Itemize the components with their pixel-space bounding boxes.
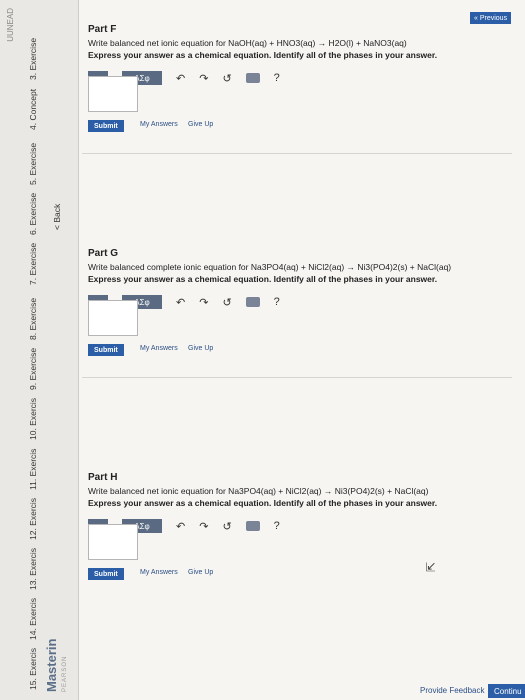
part-f-answer-input[interactable] (88, 76, 138, 112)
part-h-answer-input[interactable] (88, 524, 138, 560)
help-icon[interactable]: ? (274, 520, 280, 532)
part-f-title: Part F (88, 24, 117, 35)
part-h-prompt: Write balanced net ionic equation for Na… (88, 486, 429, 496)
undo-icon[interactable]: ↶ (176, 72, 185, 85)
part-g-title: Part G (88, 248, 119, 259)
continue-button[interactable]: Continu (488, 684, 525, 698)
part-g-give-up-link[interactable]: Give Up (188, 345, 213, 352)
keyboard-icon[interactable] (245, 521, 260, 531)
brand-logo: Masterin (44, 638, 59, 692)
part-g-answer-input[interactable] (88, 300, 138, 336)
reset-icon[interactable]: ↺ (222, 72, 231, 85)
part-h-instruction: Express your answer as a chemical equati… (88, 498, 438, 508)
previous-button[interactable]: « Previous (470, 12, 512, 24)
part-f-prompt: Write balanced net ionic equation for Na… (88, 38, 407, 48)
brand-subtitle: PEARSON (62, 655, 68, 692)
part-separator (82, 153, 512, 154)
part-g-instruction: Express your answer as a chemical equati… (88, 274, 438, 284)
help-icon[interactable]: ? (274, 72, 280, 84)
undo-icon[interactable]: ↶ (176, 296, 185, 309)
rotated-content-layer: UUNEAD 3. Exercise 4. Concept 5. Exercise 6.… (0, 0, 525, 700)
sidebar-cut-heading: UUNEAD (6, 8, 15, 42)
mouse-cursor-icon: ⇱ (424, 561, 438, 572)
back-button[interactable]: < Back (52, 204, 62, 230)
part-f-instruction: Express your answer as a chemical equati… (88, 50, 438, 60)
part-h-give-up-link[interactable]: Give Up (188, 569, 213, 576)
sidebar-item-7[interactable]: 7. Exercise (28, 225, 38, 285)
keyboard-icon[interactable] (245, 297, 260, 307)
provide-feedback-link[interactable]: Provide Feedback (420, 686, 484, 695)
redo-icon[interactable]: ↷ (199, 520, 208, 533)
part-f-give-up-link[interactable]: Give Up (188, 121, 213, 128)
part-f-block: Part F Write balanced net ionic equation … (78, 14, 518, 134)
part-f-my-answers-link[interactable]: My Answers (140, 121, 178, 128)
undo-icon[interactable]: ↶ (176, 520, 185, 533)
part-separator (82, 377, 512, 378)
help-icon[interactable]: ? (274, 296, 280, 308)
part-g-block: Part G Write balanced complete ionic equa… (78, 238, 518, 358)
redo-icon[interactable]: ↷ (199, 296, 208, 309)
part-h-my-answers-link[interactable]: My Answers (140, 569, 178, 576)
sidebar-item-4[interactable]: 4. Concept (28, 70, 38, 130)
reset-icon[interactable]: ↺ (222, 520, 231, 533)
sidebar-item-15[interactable]: 15. Exercis (28, 630, 38, 690)
rotated-page: UUNEAD 3. Exercise 4. Concept 5. Exercise 6.… (0, 0, 525, 700)
part-h-title: Part H (88, 472, 118, 483)
part-g-submit-button[interactable]: Submit (88, 344, 124, 356)
part-g-prompt: Write balanced complete ionic equation f… (88, 262, 452, 272)
keyboard-icon[interactable] (245, 73, 260, 83)
sidebar: UUNEAD 3. Exercise 4. Concept 5. Exercise 6.… (0, 0, 79, 700)
redo-icon[interactable]: ↷ (199, 72, 208, 85)
part-f-submit-button[interactable]: Submit (88, 120, 124, 132)
part-h-block: Part H Write balanced net ionic equation … (78, 462, 518, 582)
part-h-submit-button[interactable]: Submit (88, 568, 124, 580)
part-g-my-answers-link[interactable]: My Answers (140, 345, 178, 352)
reset-icon[interactable]: ↺ (222, 296, 231, 309)
